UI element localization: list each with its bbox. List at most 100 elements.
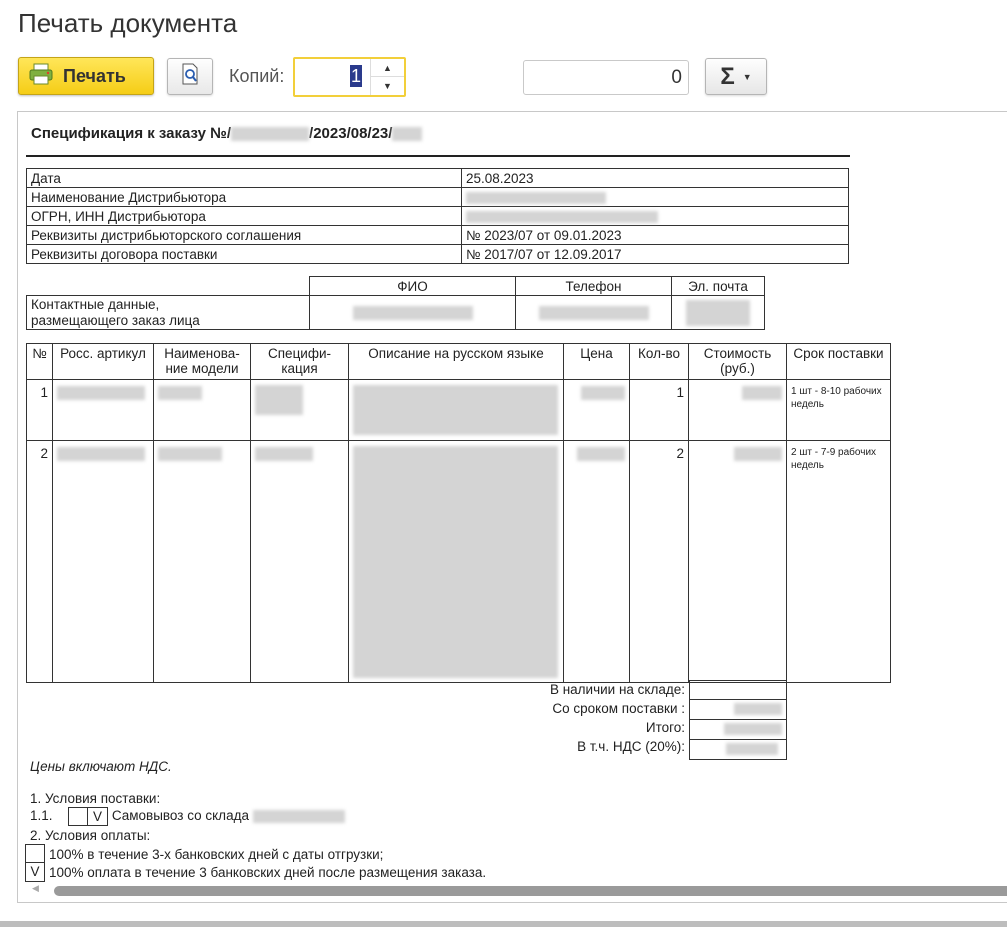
document-title-suffix: /2023/08/23/ xyxy=(309,125,393,142)
condition-text: Самовывоз со склада xyxy=(111,808,249,824)
table-row: ОГРН, ИНН Дистрибьютора xyxy=(26,206,849,226)
column-header: Росс. артикул xyxy=(52,343,154,380)
table-row: 2 2 2 шт - 7-9 рабочих недель xyxy=(26,440,891,683)
redacted-value xyxy=(734,447,782,462)
column-header: Эл. почта xyxy=(671,276,765,296)
info-key: Наименование Дистрибьютора xyxy=(26,187,462,207)
item-price xyxy=(563,440,630,683)
redacted-value xyxy=(466,191,606,204)
item-description xyxy=(348,379,564,441)
column-header: Телефон xyxy=(515,276,672,296)
redacted-value xyxy=(57,447,145,462)
title-divider xyxy=(26,155,850,157)
item-article xyxy=(52,379,154,441)
contact-name xyxy=(309,295,516,330)
item-number: 2 xyxy=(26,440,53,683)
stepper-down-icon[interactable]: ▼ xyxy=(371,77,404,95)
totals-vat-value xyxy=(689,740,787,760)
item-delivery: 2 шт - 7-9 рабочих недель xyxy=(786,440,891,683)
preview-button[interactable] xyxy=(167,58,213,95)
table-row: 1 1 1 шт - 8-10 рабочих недель xyxy=(26,379,891,441)
condition-checkbox: V xyxy=(88,807,109,826)
redacted-value xyxy=(57,386,145,401)
spreadsheet-document: Спецификация к заказу №/ /2023/08/23/ Дат… xyxy=(18,112,1007,902)
document-title: Спецификация к заказу №/ /2023/08/23/ xyxy=(31,125,423,142)
column-header: Срок поставки xyxy=(786,343,891,380)
contact-email xyxy=(671,295,765,330)
column-header: Кол-во xyxy=(629,343,689,380)
totals-with-delivery-value xyxy=(689,700,787,720)
document-viewer[interactable]: Спецификация к заказу №/ /2023/08/23/ Дат… xyxy=(17,111,1007,903)
table-row: Дата 25.08.2023 xyxy=(26,168,849,188)
redacted-order-suffix xyxy=(392,127,423,142)
item-quantity: 2 xyxy=(629,440,689,683)
horizontal-scrollbar[interactable]: ◀ xyxy=(32,883,1007,897)
info-key: Дата xyxy=(26,168,462,188)
contact-phone xyxy=(515,295,672,330)
payment-option-2-checkbox: V xyxy=(25,863,45,882)
item-article xyxy=(52,440,154,683)
redacted-value xyxy=(158,447,222,462)
window-bottom-border xyxy=(0,921,1007,927)
table-row: Контактные данные, размещающего заказ ли… xyxy=(26,295,765,330)
contacts-row-label-line: размещающего заказ лица xyxy=(31,312,200,328)
totals-vat-label: В т.ч. НДС (20%): xyxy=(577,739,685,754)
sigma-icon: Σ xyxy=(720,62,735,90)
totals-with-delivery-label: Со сроком поставки : xyxy=(552,701,685,716)
redacted-value xyxy=(734,703,782,715)
column-header: Специфи-кация xyxy=(250,343,349,380)
column-header: Наименова-ние модели xyxy=(153,343,251,380)
condition-number: 1.1. xyxy=(30,808,53,824)
table-row: Наименование Дистрибьютора xyxy=(26,187,849,207)
info-table: Дата 25.08.2023 Наименование Дистрибьютор… xyxy=(26,168,849,264)
info-key: Реквизиты договора поставки xyxy=(26,244,462,264)
copies-stepper[interactable]: ▲ ▼ xyxy=(370,59,404,95)
printer-icon xyxy=(29,63,53,90)
payment-option-1-checkbox xyxy=(25,844,45,863)
redacted-value xyxy=(353,446,558,678)
column-header: Цена xyxy=(563,343,630,380)
delivery-conditions-title: 1. Условия поставки: xyxy=(30,791,161,806)
page-title: Печать документа xyxy=(18,8,238,38)
sum-field: 0 xyxy=(523,60,689,95)
redacted-value xyxy=(466,210,658,223)
redacted-value xyxy=(352,306,473,321)
item-spec xyxy=(250,379,349,441)
contacts-row-label: Контактные данные, размещающего заказ ли… xyxy=(26,295,310,330)
redacted-value xyxy=(252,810,345,823)
redacted-value xyxy=(158,386,202,401)
redacted-value xyxy=(581,386,625,401)
copies-label: Копий: xyxy=(229,66,285,86)
scrollbar-thumb[interactable] xyxy=(54,886,1007,896)
print-button-label: Печать xyxy=(63,65,126,86)
redacted-value xyxy=(742,386,782,401)
info-value: № 2017/07 от 12.09.2017 xyxy=(461,244,849,264)
payment-conditions-title: 2. Условия оплаты: xyxy=(30,828,151,843)
item-delivery: 1 шт - 8-10 рабочих недель xyxy=(786,379,891,441)
item-description xyxy=(348,440,564,683)
info-key: ОГРН, ИНН Дистрибьютора xyxy=(26,206,462,226)
info-value xyxy=(461,206,849,226)
table-header-row: № Росс. артикул Наименова-ние модели Спе… xyxy=(26,343,891,380)
totals-in-stock-label: В наличии на складе: xyxy=(549,682,685,697)
column-header: Описание на русском языке xyxy=(348,343,564,380)
chevron-down-icon: ▼ xyxy=(742,71,752,82)
payment-option-1-text: 100% в течение 3-х банковских дней с дат… xyxy=(49,847,384,862)
items-table: № Росс. артикул Наименова-ние модели Спе… xyxy=(26,343,891,683)
payment-option-2-text: 100% оплата в течение 3 банковских дней … xyxy=(49,865,487,880)
contacts-table: ФИО Телефон Эл. почта Контактные данные,… xyxy=(26,276,765,330)
stepper-up-icon[interactable]: ▲ xyxy=(371,59,404,77)
redacted-value xyxy=(686,299,750,326)
sum-button[interactable]: Σ ▼ xyxy=(705,58,767,95)
print-button[interactable]: Печать xyxy=(18,57,154,95)
scroll-left-icon[interactable]: ◀ xyxy=(32,883,39,894)
delivery-condition-item: 1.1. V Самовывоз со склада xyxy=(30,807,345,826)
copies-input[interactable]: 1 ▲ ▼ xyxy=(293,57,406,97)
totals-total-value xyxy=(689,720,787,740)
totals-in-stock-value xyxy=(689,680,787,700)
empty-cell xyxy=(26,276,310,296)
column-header: ФИО xyxy=(309,276,516,296)
redacted-value xyxy=(724,723,782,735)
item-number: 1 xyxy=(26,379,53,441)
item-price xyxy=(563,379,630,441)
